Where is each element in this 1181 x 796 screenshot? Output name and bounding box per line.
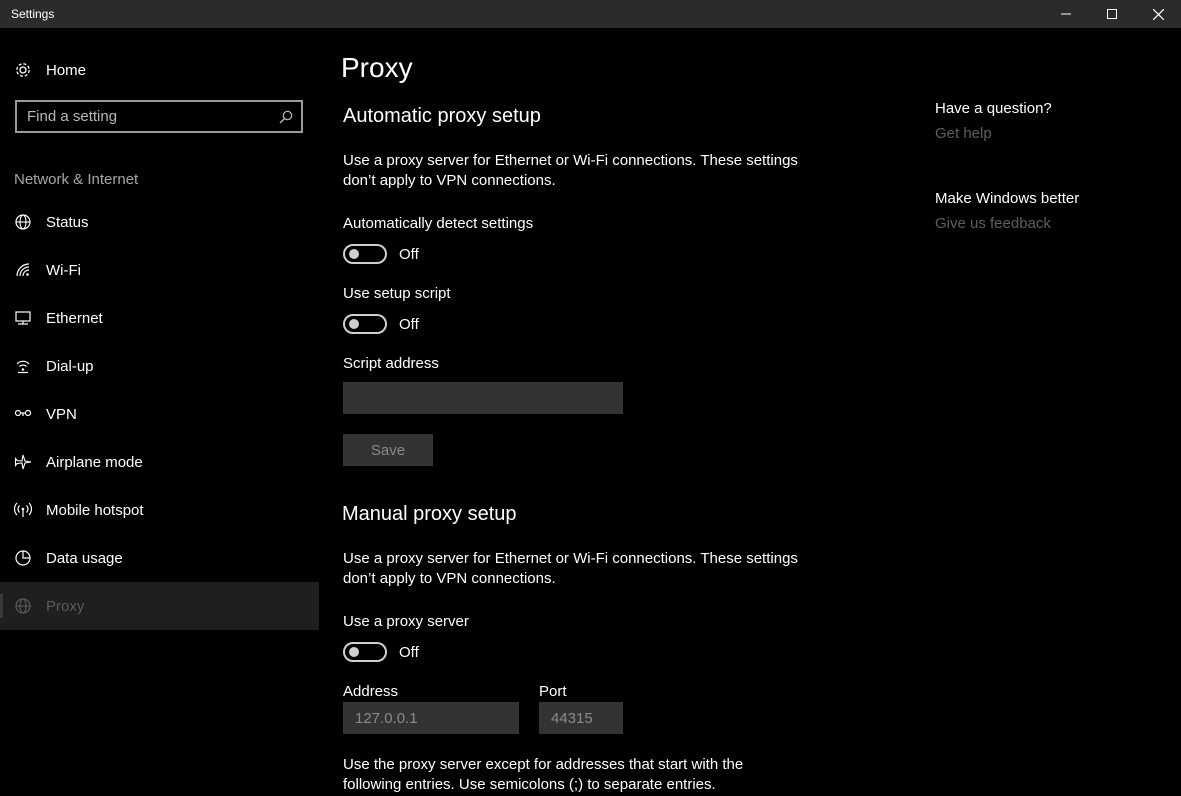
sidebar-item-label: Wi-Fi (46, 261, 81, 279)
auto-detect-label: Automatically detect settings (343, 215, 534, 232)
setup-script-label: Use setup script (343, 285, 451, 302)
vpn-icon (14, 405, 32, 423)
sidebar-item-label: Status (46, 213, 89, 231)
script-address-label: Script address (343, 355, 439, 372)
close-button[interactable] (1135, 0, 1181, 28)
proxy-exceptions-description: Use the proxy server except for addresse… (343, 756, 744, 793)
setup-script-toggle-row: Off (343, 314, 419, 334)
minimize-button[interactable] (1043, 0, 1089, 28)
home-label: Home (46, 61, 87, 79)
search-icon[interactable] (271, 102, 301, 131)
minimize-icon (1061, 13, 1071, 15)
globe-status-icon (14, 213, 32, 231)
auto-detect-toggle[interactable] (343, 244, 387, 264)
window-controls (1043, 0, 1181, 28)
setup-script-toggle[interactable] (343, 314, 387, 334)
maximize-button[interactable] (1089, 0, 1135, 28)
setup-script-state: Off (399, 315, 419, 333)
sidebar-item-status[interactable]: Status (0, 198, 319, 246)
wifi-icon (14, 261, 32, 279)
search-input[interactable] (17, 102, 271, 131)
get-help-link[interactable]: Get help (935, 125, 1165, 142)
proxy-port-label: Port (539, 683, 567, 700)
auto-detect-state: Off (399, 245, 419, 263)
sidebar-item-label: Data usage (46, 549, 123, 567)
feedback-heading: Make Windows better (935, 190, 1080, 207)
script-address-field[interactable] (343, 382, 623, 414)
sidebar-item-mobile-hotspot[interactable]: Mobile hotspot (0, 486, 319, 534)
sidebar-item-vpn[interactable]: VPN (0, 390, 319, 438)
give-feedback-link[interactable]: Give us feedback (935, 215, 1165, 232)
title-bar: Settings (0, 0, 1181, 28)
sidebar-item-proxy[interactable]: Proxy (0, 582, 319, 630)
manual-proxy-heading: Manual proxy setup (342, 503, 517, 525)
question-heading: Have a question? (935, 100, 1052, 117)
sidebar-item-label: Proxy (46, 597, 85, 615)
sidebar-item-dialup[interactable]: Dial-up (0, 342, 319, 390)
dialup-icon (14, 357, 32, 375)
use-proxy-label: Use a proxy server (343, 613, 469, 630)
sidebar-item-label: Airplane mode (46, 453, 143, 471)
save-button[interactable]: Save (343, 434, 433, 466)
sidebar-item-wifi[interactable]: Wi-Fi (0, 246, 319, 294)
proxy-address-label: Address (343, 683, 399, 700)
use-proxy-state: Off (399, 643, 419, 661)
sidebar-item-label: Ethernet (46, 309, 103, 327)
sidebar-item-label: VPN (46, 405, 77, 423)
gear-icon (14, 61, 32, 79)
use-proxy-toggle[interactable] (343, 642, 387, 662)
nav-list: Status Wi-Fi Ethernet Dial-up VPN Airpla… (0, 198, 319, 630)
use-proxy-toggle-row: Off (343, 642, 419, 662)
window-title: Settings (11, 7, 55, 21)
sidebar-item-label: Dial-up (46, 357, 94, 375)
sidebar: Home Network & Internet Status Wi-Fi (0, 28, 319, 796)
maximize-icon (1107, 9, 1117, 19)
sidebar-item-label: Mobile hotspot (46, 501, 144, 519)
close-icon (1152, 8, 1164, 20)
sidebar-item-data-usage[interactable]: Data usage (0, 534, 319, 582)
sidebar-item-airplane-mode[interactable]: Airplane mode (0, 438, 319, 486)
airplane-icon (14, 453, 32, 471)
globe-icon (14, 597, 32, 615)
proxy-address-field[interactable]: 127.0.0.1 (343, 702, 519, 734)
section-heading: Network & Internet (14, 171, 139, 188)
home-nav-item[interactable]: Home (0, 50, 319, 90)
ethernet-icon (14, 309, 32, 327)
page-title: Proxy (341, 52, 413, 83)
hotspot-icon (14, 501, 32, 519)
automatic-proxy-description: Use a proxy server for Ethernet or Wi-Fi… (343, 152, 798, 189)
sidebar-item-ethernet[interactable]: Ethernet (0, 294, 319, 342)
search-box (15, 100, 303, 133)
automatic-proxy-heading: Automatic proxy setup (343, 105, 541, 127)
auto-detect-toggle-row: Off (343, 244, 419, 264)
data-usage-icon (14, 549, 32, 567)
help-aside: Have a question? Get help Make Windows b… (935, 100, 1165, 232)
proxy-port-field[interactable]: 44315 (539, 702, 623, 734)
manual-proxy-description: Use a proxy server for Ethernet or Wi-Fi… (343, 550, 798, 587)
